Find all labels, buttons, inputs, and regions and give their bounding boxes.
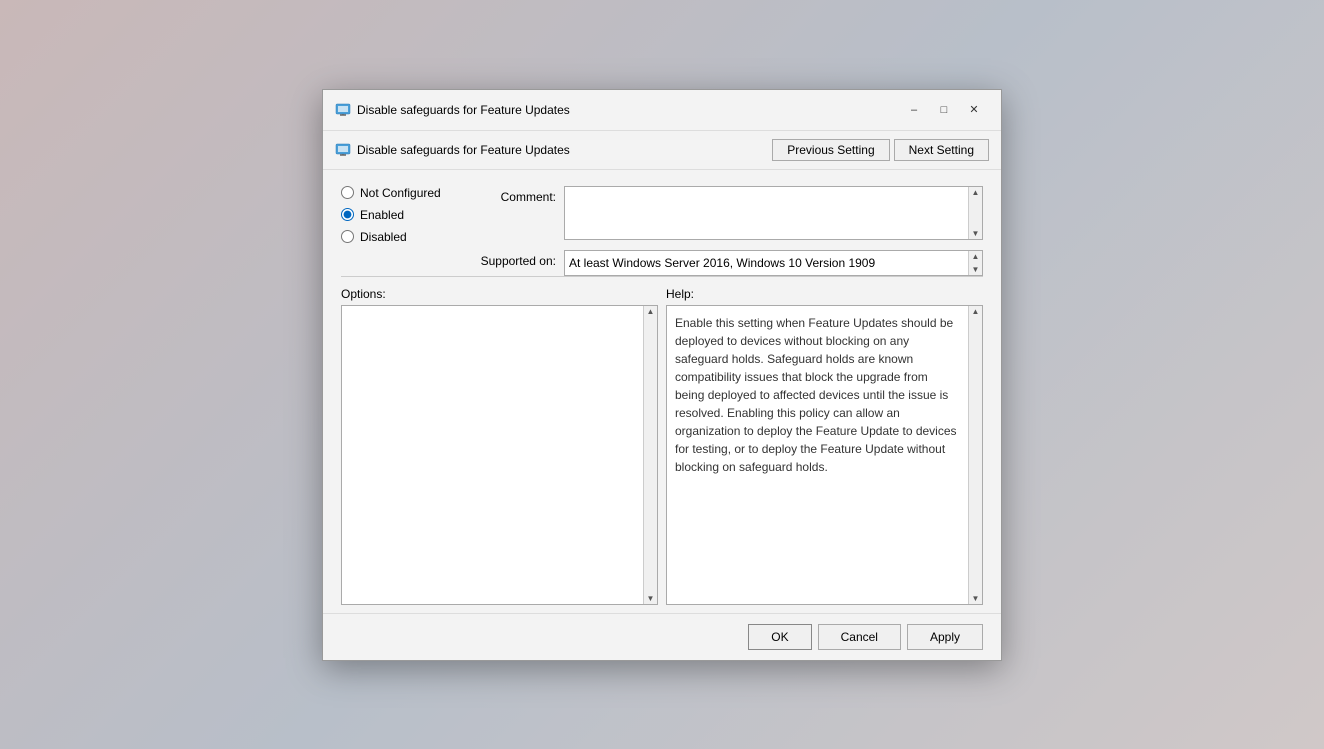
enabled-option[interactable]: Enabled [341, 208, 463, 222]
not-configured-label: Not Configured [360, 186, 441, 200]
supported-on-wrap: ▲ ▼ [564, 250, 983, 276]
comment-scrollbar: ▲ ▼ [968, 187, 982, 239]
ok-button[interactable]: OK [748, 624, 811, 650]
help-scroll-up[interactable]: ▲ [972, 307, 980, 316]
options-box: ▲ ▼ [341, 305, 658, 605]
previous-setting-button[interactable]: Previous Setting [772, 139, 889, 161]
title-bar-text: Disable safeguards for Feature Updates [357, 103, 570, 117]
supported-scroll-down[interactable]: ▼ [972, 265, 980, 274]
close-button[interactable]: ✕ [959, 98, 989, 122]
dialog: Disable safeguards for Feature Updates –… [322, 89, 1002, 661]
supported-scroll-up[interactable]: ▲ [972, 252, 980, 261]
apply-button[interactable]: Apply [907, 624, 983, 650]
options-label: Options: [341, 287, 658, 301]
help-scroll-down[interactable]: ▼ [972, 594, 980, 603]
title-bar-controls: – □ ✕ [899, 98, 989, 122]
minimize-button[interactable]: – [899, 98, 929, 122]
disabled-radio[interactable] [341, 230, 354, 243]
dialog-header-title-area: Disable safeguards for Feature Updates [335, 142, 570, 158]
title-bar-left: Disable safeguards for Feature Updates [335, 102, 570, 118]
dialog-icon [335, 102, 351, 118]
title-bar: Disable safeguards for Feature Updates –… [323, 90, 1001, 131]
enabled-label: Enabled [360, 208, 404, 222]
supported-on-row: Supported on: ▲ ▼ [471, 250, 983, 276]
supported-scrollbar: ▲ ▼ [968, 251, 982, 275]
scroll-up-arrow[interactable]: ▲ [972, 188, 980, 197]
help-scrollbar: ▲ ▼ [968, 306, 982, 604]
panels-area: Options: ▲ ▼ Help: Enable this setting w… [323, 277, 1001, 613]
enabled-radio[interactable] [341, 208, 354, 221]
options-scrollbar: ▲ ▼ [643, 306, 657, 604]
options-scroll-down[interactable]: ▼ [647, 594, 655, 603]
help-box: Enable this setting when Feature Updates… [666, 305, 983, 605]
dialog-header: Disable safeguards for Feature Updates P… [323, 131, 1001, 170]
header-title: Disable safeguards for Feature Updates [357, 143, 570, 157]
supported-on-value [565, 251, 968, 275]
help-label: Help: [666, 287, 983, 301]
cancel-button[interactable]: Cancel [818, 624, 901, 650]
top-area: Not Configured Enabled Disabled Comment:… [323, 170, 1001, 276]
comment-field-wrap: ▲ ▼ [564, 186, 983, 240]
supported-on-label: Supported on: [471, 250, 556, 268]
options-scroll-up[interactable]: ▲ [647, 307, 655, 316]
help-panel: Help: Enable this setting when Feature U… [666, 287, 983, 605]
comment-textarea[interactable] [565, 187, 968, 239]
comment-row: Comment: ▲ ▼ [471, 186, 983, 240]
radio-section: Not Configured Enabled Disabled [323, 170, 463, 276]
comment-label: Comment: [471, 186, 556, 204]
not-configured-radio[interactable] [341, 186, 354, 199]
nav-buttons: Previous Setting Next Setting [772, 139, 989, 161]
scroll-down-arrow[interactable]: ▼ [972, 229, 980, 238]
comment-section: Comment: ▲ ▼ Supported on: ▲ ▼ [463, 170, 1001, 276]
header-icon [335, 142, 351, 158]
disabled-option[interactable]: Disabled [341, 230, 463, 244]
help-text: Enable this setting when Feature Updates… [667, 306, 968, 604]
not-configured-option[interactable]: Not Configured [341, 186, 463, 200]
options-content [342, 306, 643, 604]
next-setting-button[interactable]: Next Setting [894, 139, 989, 161]
options-panel: Options: ▲ ▼ [341, 287, 658, 605]
disabled-label: Disabled [360, 230, 407, 244]
maximize-button[interactable]: □ [929, 98, 959, 122]
dialog-footer: OK Cancel Apply [323, 613, 1001, 660]
